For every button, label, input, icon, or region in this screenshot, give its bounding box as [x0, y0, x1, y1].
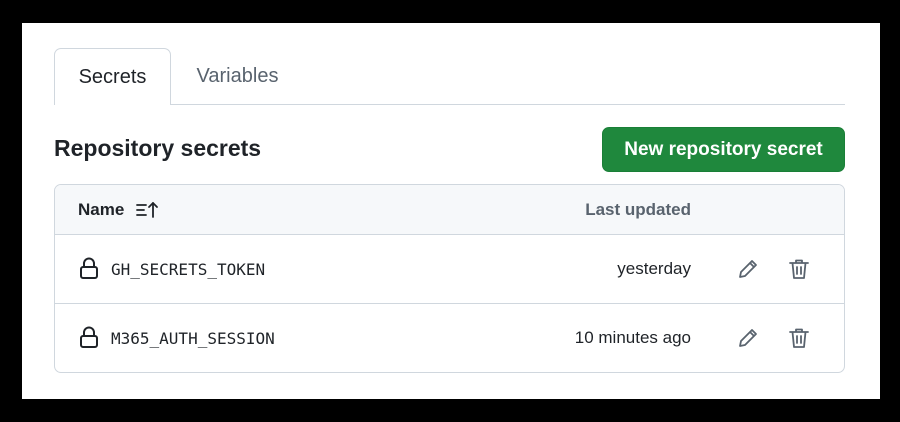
- pencil-icon[interactable]: [736, 257, 760, 281]
- new-repository-secret-button[interactable]: New repository secret: [602, 127, 845, 172]
- sort-ascending-icon[interactable]: [136, 200, 160, 220]
- trash-icon[interactable]: [787, 257, 811, 281]
- table-row: M365_AUTH_SESSION 10 minutes ago: [55, 304, 844, 372]
- secrets-panel: Secrets Variables Repository secrets New…: [22, 23, 880, 399]
- lock-icon: [79, 257, 99, 279]
- trash-icon[interactable]: [787, 326, 811, 350]
- secret-last-updated: yesterday: [617, 259, 691, 278]
- last-updated-column-header: Last updated: [585, 200, 691, 219]
- secret-name: M365_AUTH_SESSION: [111, 328, 275, 348]
- tab-variables-label: Variables: [196, 64, 279, 87]
- tab-bar: Secrets Variables: [54, 48, 845, 105]
- secret-last-updated: 10 minutes ago: [574, 328, 691, 347]
- tab-variables[interactable]: Variables: [171, 48, 304, 104]
- secret-name: GH_SECRETS_TOKEN: [111, 259, 266, 279]
- new-repository-secret-label: New repository secret: [624, 138, 823, 160]
- name-column-header[interactable]: Name: [78, 185, 160, 235]
- secrets-table: Name Last updated GH_SECRETS_TOKEN yeste…: [54, 184, 845, 373]
- pencil-icon[interactable]: [736, 326, 760, 350]
- tab-secrets-label: Secrets: [78, 65, 147, 88]
- table-row: GH_SECRETS_TOKEN yesterday: [55, 235, 844, 304]
- lock-icon: [79, 326, 99, 348]
- section-title: Repository secrets: [54, 135, 262, 161]
- table-header: Name Last updated: [55, 185, 844, 235]
- tab-secrets[interactable]: Secrets: [54, 48, 171, 105]
- name-column-label: Name: [78, 200, 125, 219]
